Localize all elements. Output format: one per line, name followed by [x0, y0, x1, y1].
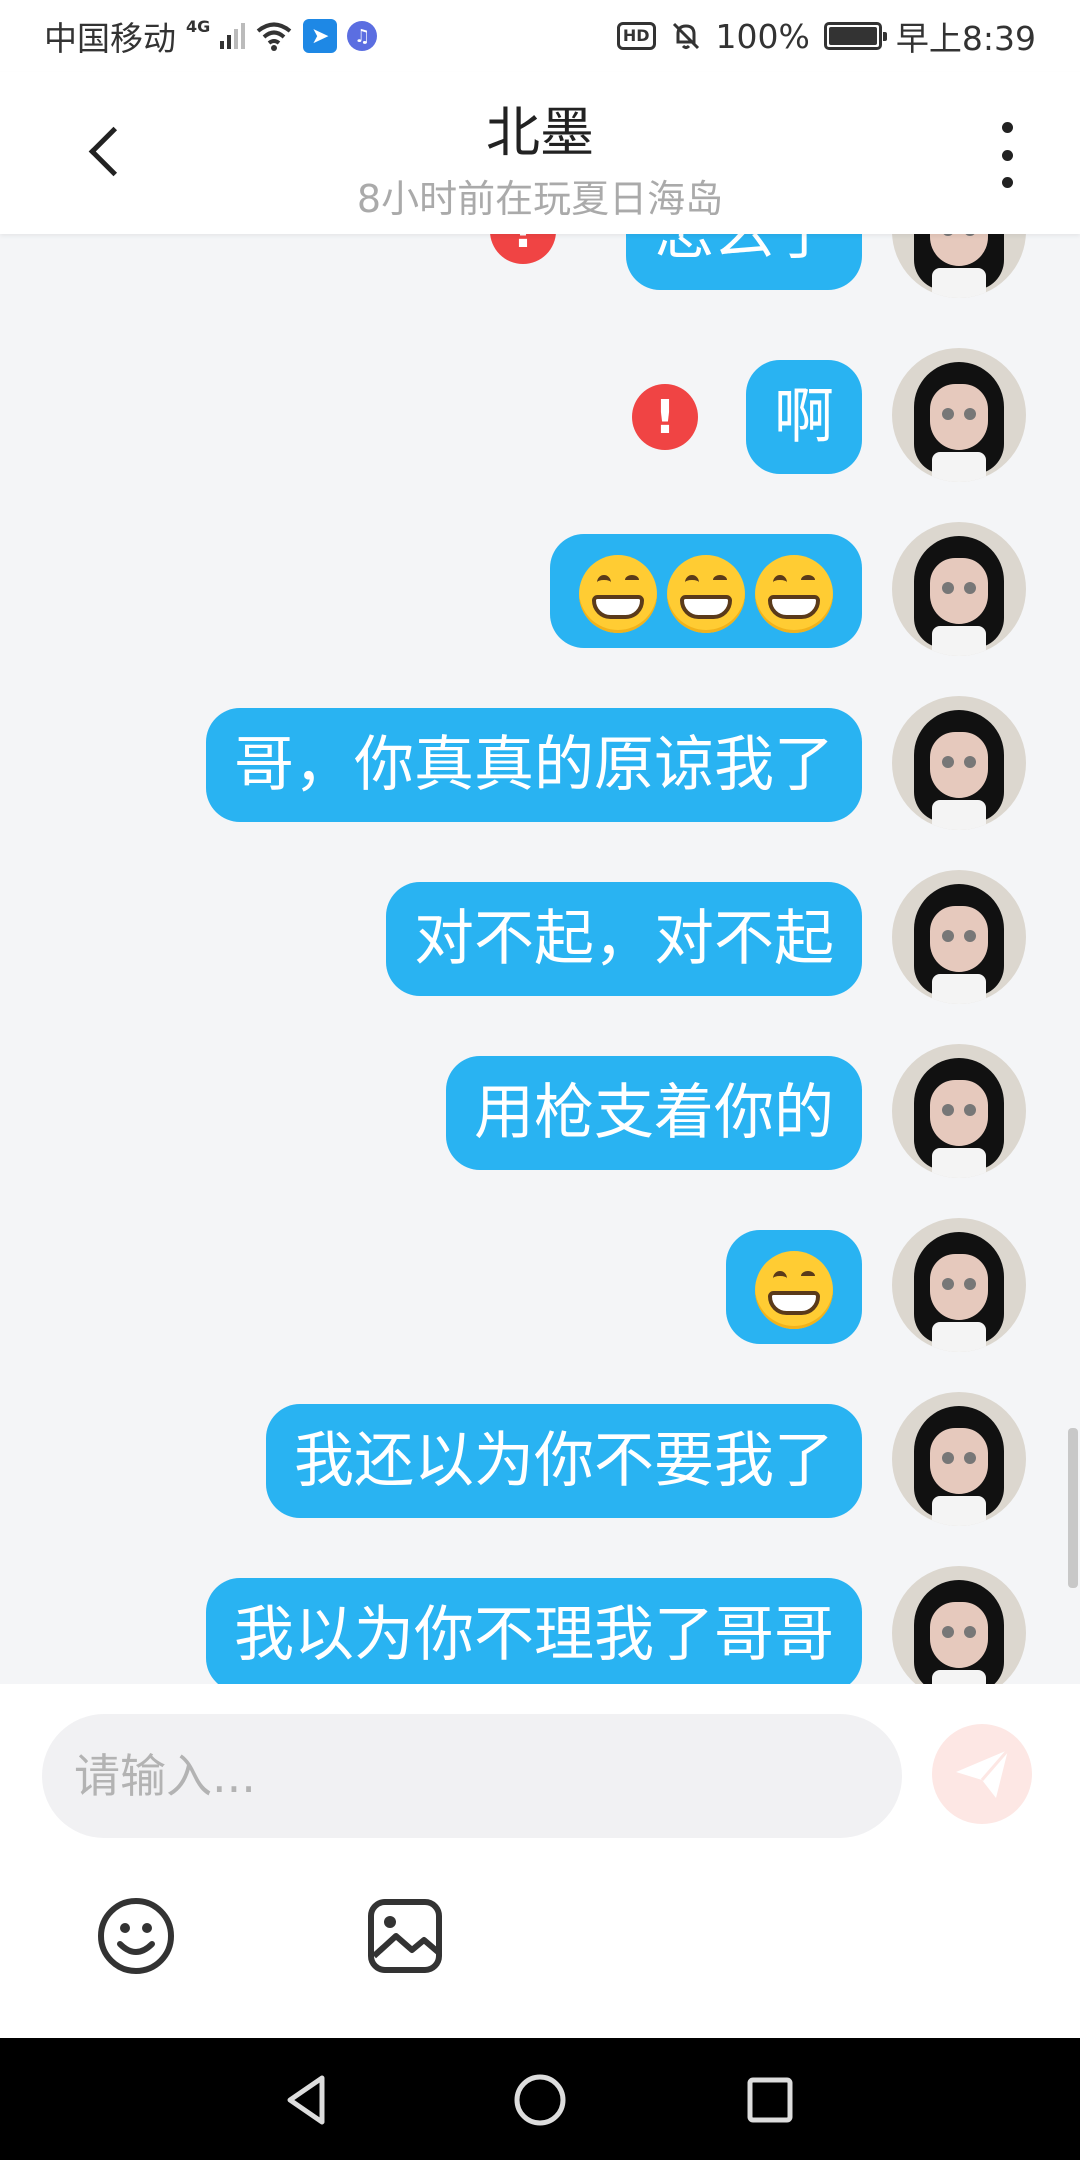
- clock: 早上8:39: [895, 19, 1036, 58]
- avatar[interactable]: [892, 348, 1026, 482]
- grinning-emoji-icon: [579, 555, 657, 634]
- grinning-emoji-icon: [667, 555, 745, 634]
- send-failed-icon[interactable]: !: [632, 384, 698, 450]
- send-icon[interactable]: [932, 1724, 1032, 1824]
- avatar[interactable]: [892, 234, 1026, 298]
- status-left: 中国移动 4G ➤ ♫: [44, 12, 378, 60]
- message-row: [0, 1218, 1080, 1358]
- wifi-icon: [257, 22, 292, 51]
- signal-icon: [220, 23, 246, 49]
- avatar[interactable]: [892, 1218, 1026, 1352]
- emoji-icon[interactable]: [96, 1896, 176, 1976]
- contact-name: 北墨: [486, 101, 594, 164]
- message-bubble[interactable]: 我还以为你不要我了: [266, 1404, 862, 1518]
- avatar[interactable]: [892, 1044, 1026, 1178]
- carrier-label: 中国移动: [44, 19, 176, 58]
- message-input[interactable]: [42, 1714, 902, 1838]
- message-list[interactable]: ! 怎么了 ! 啊 哥，你真真的原谅我了 对不起，对不起: [0, 234, 1080, 1684]
- message-bubble[interactable]: 怎么了: [626, 234, 862, 290]
- send-failed-icon[interactable]: !: [490, 234, 556, 264]
- message-bubble[interactable]: 啊: [746, 360, 862, 474]
- message-row: 我还以为你不要我了: [0, 1392, 1080, 1532]
- input-panel: [0, 1684, 1080, 2038]
- avatar[interactable]: [892, 522, 1026, 656]
- grinning-emoji-icon: [755, 1251, 833, 1330]
- avatar[interactable]: [892, 870, 1026, 1004]
- message-bubble[interactable]: 我以为你不理我了哥哥: [206, 1578, 862, 1684]
- grinning-emoji-icon: [755, 555, 833, 634]
- mute-bell-icon: [672, 22, 699, 50]
- message-row: 哥，你真真的原谅我了: [0, 696, 1080, 836]
- contact-status: 8小时前在玩夏日海岛: [356, 177, 724, 221]
- network-type: 4G: [186, 16, 211, 36]
- recents-square-icon[interactable]: [738, 2068, 802, 2132]
- status-bar: 中国移动 4G ➤ ♫ HD 100% 早上8:39: [0, 0, 1080, 72]
- message-bubble[interactable]: 哥，你真真的原谅我了: [206, 708, 862, 822]
- message-row: [0, 522, 1080, 662]
- message-row: 对不起，对不起: [0, 870, 1080, 1010]
- home-circle-icon[interactable]: [508, 2068, 572, 2132]
- music-icon: ♫: [347, 21, 378, 51]
- avatar[interactable]: [892, 1392, 1026, 1526]
- battery-icon: [823, 22, 887, 50]
- message-row: 我以为你不理我了哥哥: [0, 1566, 1080, 1684]
- message-bubble-emoji[interactable]: [550, 534, 862, 648]
- message-bubble[interactable]: 用枪支着你的: [446, 1056, 862, 1170]
- image-icon[interactable]: [366, 1896, 444, 1976]
- scrollbar[interactable]: [1068, 1428, 1078, 1588]
- message-bubble[interactable]: 对不起，对不起: [386, 882, 862, 996]
- more-vertical-icon[interactable]: [992, 122, 1022, 188]
- app-notification-icon: ➤: [303, 19, 338, 53]
- back-triangle-icon[interactable]: [276, 2068, 340, 2132]
- status-right: HD 100% 早上8:39: [616, 12, 1036, 60]
- chat-header: 北墨 8小时前在玩夏日海岛: [0, 72, 1080, 234]
- avatar[interactable]: [892, 696, 1026, 830]
- message-bubble-emoji[interactable]: [726, 1230, 862, 1344]
- system-nav-bar: [0, 2038, 1080, 2160]
- hd-icon: HD: [616, 22, 656, 50]
- message-row: 用枪支着你的: [0, 1044, 1080, 1184]
- message-row: ! 怎么了: [0, 234, 1080, 304]
- message-row: ! 啊: [0, 348, 1080, 488]
- avatar[interactable]: [892, 1566, 1026, 1684]
- battery-percent: 100%: [715, 16, 810, 56]
